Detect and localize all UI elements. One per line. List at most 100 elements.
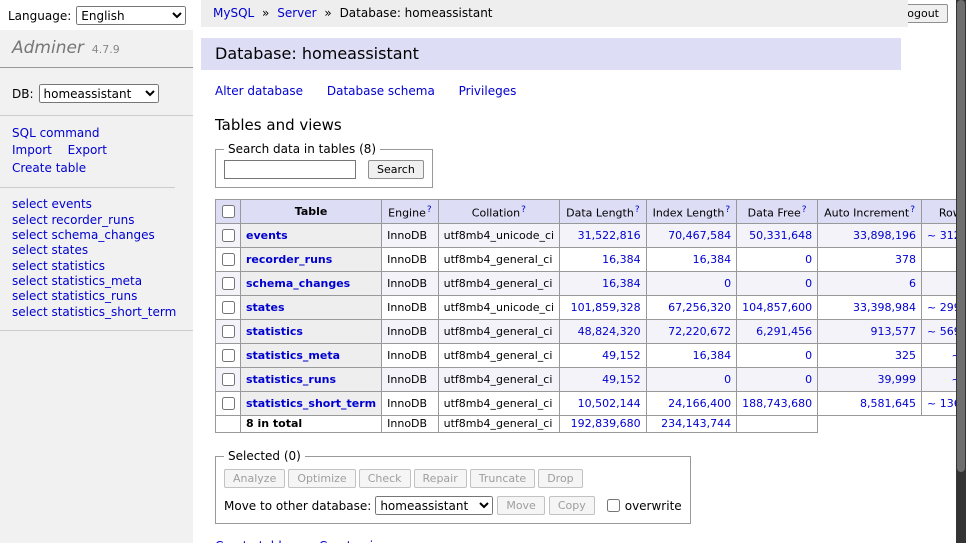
data-free-link[interactable]: 188,743,680 xyxy=(742,397,812,410)
sidebar-table-link[interactable]: select statistics_short_term xyxy=(12,305,181,320)
rows-count-link[interactable]: ~ 569,159 xyxy=(927,325,956,338)
data-length-link[interactable]: 10,502,144 xyxy=(578,397,641,410)
create-table-link[interactable]: Create table xyxy=(215,539,289,543)
data-free-link[interactable]: 0 xyxy=(805,373,812,386)
sidebar-table-link[interactable]: select statistics_meta xyxy=(12,274,181,289)
data-length-link[interactable]: 16,384 xyxy=(602,277,641,290)
index-length-link[interactable]: 67,256,320 xyxy=(668,301,731,314)
row-select-checkbox[interactable] xyxy=(222,253,235,266)
copy-button[interactable]: Copy xyxy=(549,496,595,515)
select-all-checkbox[interactable] xyxy=(222,205,235,218)
row-select-checkbox[interactable] xyxy=(222,301,235,314)
row-select-checkbox[interactable] xyxy=(222,229,235,242)
data-free-link[interactable]: 104,857,600 xyxy=(742,301,812,314)
row-select-checkbox[interactable] xyxy=(222,325,235,338)
table-name-link[interactable]: events xyxy=(246,229,288,242)
auto-increment-link[interactable]: 33,398,984 xyxy=(853,301,916,314)
data-free-link[interactable]: 6,291,456 xyxy=(756,325,812,338)
data-length-link[interactable]: 101,859,328 xyxy=(571,301,641,314)
column-help-link[interactable]: ? xyxy=(802,205,807,215)
table-name-link[interactable]: states xyxy=(246,301,285,314)
data-length-link[interactable]: 49,152 xyxy=(602,373,641,386)
drop-button[interactable]: Drop xyxy=(538,469,582,488)
auto-increment-link[interactable]: 8,581,645 xyxy=(860,397,916,410)
auto-increment-link[interactable]: 33,898,196 xyxy=(853,229,916,242)
move-button[interactable]: Move xyxy=(497,496,545,515)
column-header-label: Table xyxy=(295,205,328,218)
sidebar-table-link[interactable]: select schema_changes xyxy=(12,228,181,243)
analyze-button[interactable]: Analyze xyxy=(224,469,285,488)
row-select-checkbox[interactable] xyxy=(222,373,235,386)
sidebar-link-export[interactable]: Export xyxy=(68,142,107,159)
index-length-link[interactable]: 72,220,672 xyxy=(668,325,731,338)
index-length-link[interactable]: 70,467,584 xyxy=(668,229,731,242)
search-button[interactable]: Search xyxy=(368,160,424,179)
column-help-link[interactable]: ? xyxy=(635,205,640,215)
rows-count-link[interactable]: ~ 312,180 xyxy=(927,229,956,242)
adminer-logo-link[interactable]: Adminer xyxy=(12,38,84,58)
sidebar-table-link[interactable]: select recorder_runs xyxy=(12,213,181,228)
auto-increment-link[interactable]: 6 xyxy=(909,277,916,290)
sidebar-table-link[interactable]: select states xyxy=(12,243,181,258)
truncate-button[interactable]: Truncate xyxy=(470,469,535,488)
index-length-link[interactable]: 24,166,400 xyxy=(668,397,731,410)
check-button[interactable]: Check xyxy=(359,469,411,488)
data-length-link[interactable]: 49,152 xyxy=(602,349,641,362)
scrollbar-thumb[interactable] xyxy=(957,0,965,472)
data-length-link[interactable]: 31,522,816 xyxy=(578,229,641,242)
privileges-link[interactable]: Privileges xyxy=(459,84,517,98)
data-free-link[interactable]: 50,331,648 xyxy=(749,229,812,242)
table-name-link[interactable]: statistics_runs xyxy=(246,373,336,386)
row-select-checkbox[interactable] xyxy=(222,277,235,290)
move-database-select[interactable]: homeassistant xyxy=(375,496,493,515)
breadcrumb-link-mysql[interactable]: MySQL xyxy=(213,6,254,20)
index-length-link[interactable]: 16,384 xyxy=(693,253,732,266)
breadcrumb: MySQL » Server » Database: homeassistant xyxy=(201,0,908,27)
sidebar-table-link[interactable]: select events xyxy=(12,197,181,212)
rows-count-link[interactable]: ~ 136,108 xyxy=(927,397,956,410)
index-length-link[interactable]: 16,384 xyxy=(693,349,732,362)
table-row: eventsInnoDButf8mb4_unicode_ci31,522,816… xyxy=(216,224,957,248)
column-help-link[interactable]: ? xyxy=(725,205,730,215)
sidebar-link-import[interactable]: Import xyxy=(12,142,52,159)
sidebar-link-create-table[interactable]: Create table xyxy=(12,160,86,177)
column-help-link[interactable]: ? xyxy=(910,205,915,215)
db-select[interactable]: homeassistant xyxy=(39,84,159,103)
column-help-link[interactable]: ? xyxy=(521,205,526,215)
auto-increment-link[interactable]: 913,577 xyxy=(871,325,917,338)
table-name-link[interactable]: schema_changes xyxy=(246,277,350,290)
column-help-link[interactable]: ? xyxy=(427,205,432,215)
database-schema-link[interactable]: Database schema xyxy=(327,84,435,98)
sidebar-table-link[interactable]: select statistics_runs xyxy=(12,289,181,304)
data-free-link[interactable]: 0 xyxy=(805,253,812,266)
vertical-scrollbar[interactable] xyxy=(956,0,966,543)
sidebar-link-sql-command[interactable]: SQL command xyxy=(12,125,99,142)
index-length-link[interactable]: 0 xyxy=(724,373,731,386)
data-length-cell: 16,384 xyxy=(560,248,646,272)
table-name-link[interactable]: statistics_short_term xyxy=(246,397,376,410)
create-view-link[interactable]: Create view xyxy=(319,539,390,543)
repair-button[interactable]: Repair xyxy=(414,469,467,488)
auto-increment-link[interactable]: 39,999 xyxy=(878,373,917,386)
rows-count-link[interactable]: ~ 299,833 xyxy=(927,301,956,314)
table-name-link[interactable]: recorder_runs xyxy=(246,253,332,266)
row-select-checkbox[interactable] xyxy=(222,397,235,410)
optimize-button[interactable]: Optimize xyxy=(288,469,355,488)
index-length-link[interactable]: 0 xyxy=(724,277,731,290)
search-input[interactable] xyxy=(224,160,356,179)
table-name-link[interactable]: statistics xyxy=(246,325,303,338)
data-length-link[interactable]: 48,824,320 xyxy=(578,325,641,338)
sidebar-table-link[interactable]: select statistics xyxy=(12,259,181,274)
overwrite-checkbox[interactable] xyxy=(607,499,620,512)
auto-increment-link[interactable]: 378 xyxy=(895,253,916,266)
alter-database-link[interactable]: Alter database xyxy=(215,84,303,98)
language-select[interactable]: English xyxy=(76,6,186,25)
table-name-link[interactable]: statistics_meta xyxy=(246,349,340,362)
auto-increment-link[interactable]: 325 xyxy=(895,349,916,362)
data-length-link[interactable]: 16,384 xyxy=(602,253,641,266)
data-free-link[interactable]: 0 xyxy=(805,349,812,362)
auto-increment-cell: 913,577 xyxy=(818,320,922,344)
breadcrumb-link-server[interactable]: Server xyxy=(277,6,316,20)
data-free-link[interactable]: 0 xyxy=(805,277,812,290)
row-select-checkbox[interactable] xyxy=(222,349,235,362)
